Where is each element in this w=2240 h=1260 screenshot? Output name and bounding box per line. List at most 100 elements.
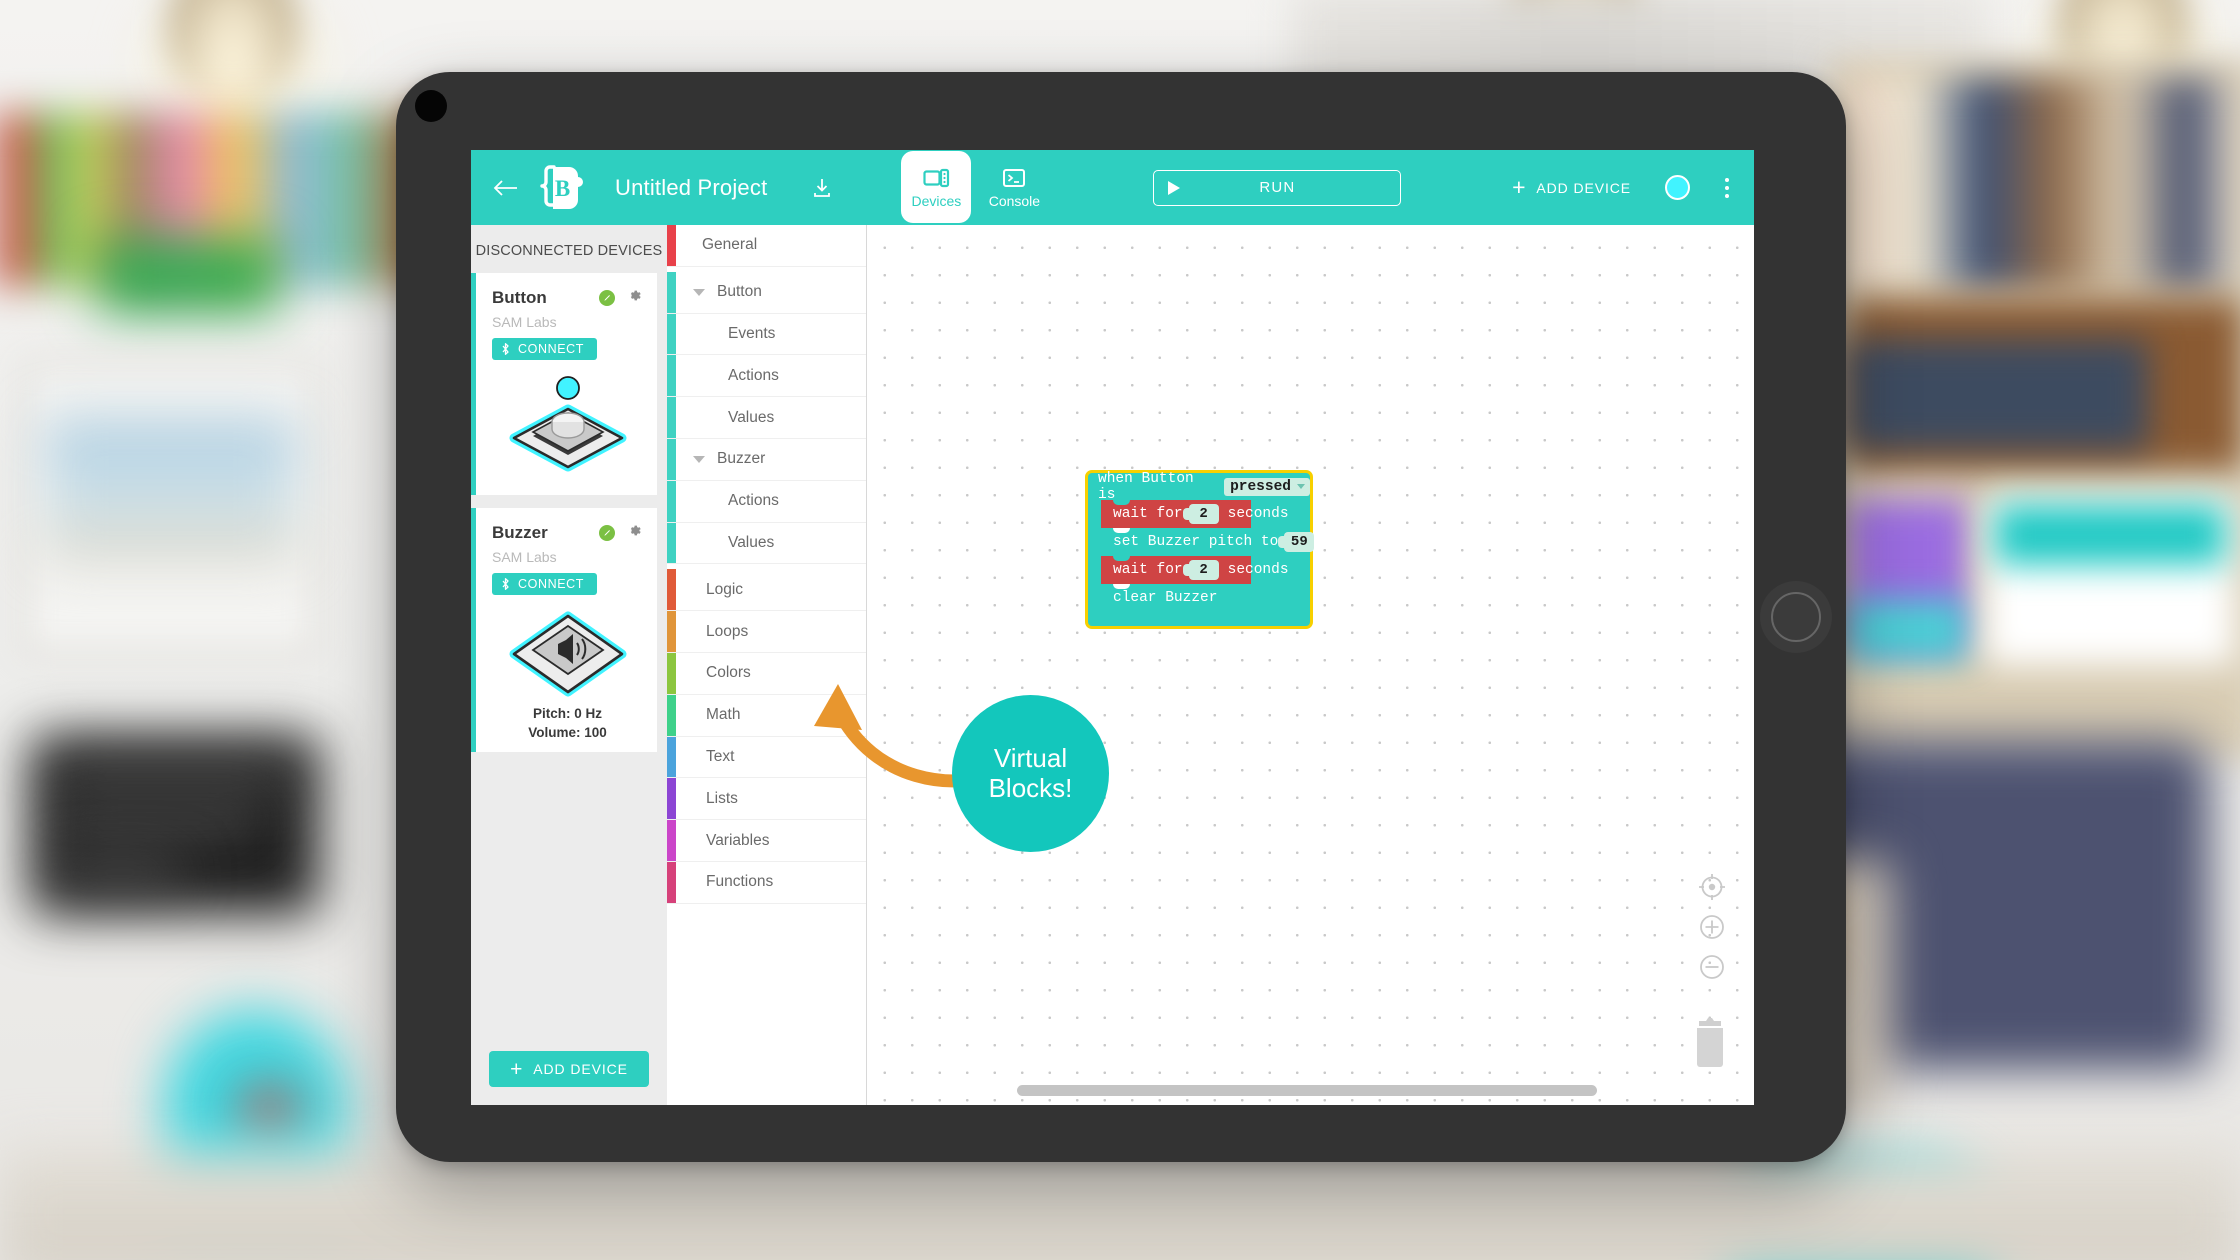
dark-panel-line-1 bbox=[60, 765, 290, 787]
edit-pencil-badge[interactable] bbox=[599, 525, 615, 541]
palette-item-label: Functions bbox=[706, 873, 774, 891]
palette-item-label: Text bbox=[706, 747, 735, 765]
category-color-bar bbox=[667, 271, 676, 313]
block-notch bbox=[1113, 528, 1130, 533]
device-card-icons bbox=[599, 522, 643, 544]
set-buzzer-pitch-block[interactable]: set Buzzer pitch to 59 bbox=[1101, 528, 1315, 556]
plus-icon: + bbox=[1512, 174, 1527, 200]
app-screen: B Untitled Project Devices Console RUN +… bbox=[471, 150, 1754, 1105]
tablet-home-button[interactable] bbox=[1760, 581, 1832, 653]
device-card-button[interactable]: Button SAM Labs CONNECT bbox=[471, 273, 657, 495]
tab-console[interactable]: Console bbox=[979, 151, 1049, 223]
run-button-label: RUN bbox=[1259, 179, 1296, 196]
wait-seconds-input[interactable]: 2 bbox=[1182, 560, 1219, 580]
palette-item-button-values[interactable]: Values bbox=[667, 397, 866, 439]
palette-item-variables[interactable]: Variables bbox=[667, 820, 866, 862]
event-dropdown-value: pressed bbox=[1230, 478, 1291, 495]
connect-label: CONNECT bbox=[518, 342, 585, 356]
connect-button[interactable]: CONNECT bbox=[492, 338, 598, 360]
palette-item-button[interactable]: Button bbox=[667, 271, 866, 314]
horizontal-scrollbar[interactable] bbox=[1017, 1085, 1597, 1096]
gear-icon[interactable] bbox=[626, 522, 643, 544]
back-arrow-icon[interactable] bbox=[483, 150, 529, 225]
pitch-value-input[interactable]: 59 bbox=[1278, 532, 1315, 552]
event-hat-row: when Button is pressed bbox=[1088, 471, 1310, 503]
palette-item-label: Math bbox=[706, 706, 741, 724]
device-card-icons bbox=[599, 287, 643, 309]
buzzer-volume-readout: Volume: 100 bbox=[528, 725, 607, 740]
category-color-bar bbox=[667, 438, 676, 480]
device-card-header: Button bbox=[492, 287, 643, 309]
view-tabs: Devices Console bbox=[901, 150, 1049, 225]
palette-item-button-actions[interactable]: Actions bbox=[667, 355, 866, 398]
add-device-top-label: ADD DEVICE bbox=[1536, 179, 1631, 196]
category-color-bar bbox=[667, 569, 676, 611]
connect-label: CONNECT bbox=[518, 577, 585, 591]
palette-item-buzzer-values[interactable]: Values bbox=[667, 522, 866, 565]
block-program[interactable]: when Button is pressed wait for 2 second… bbox=[1085, 470, 1315, 629]
run-button[interactable]: RUN bbox=[1153, 169, 1402, 206]
download-icon[interactable] bbox=[807, 173, 837, 203]
zoom-in-icon[interactable] bbox=[1694, 909, 1730, 945]
center-target-icon[interactable] bbox=[1694, 869, 1730, 905]
event-dropdown[interactable]: pressed bbox=[1224, 477, 1310, 496]
kebab-menu-icon[interactable] bbox=[1716, 174, 1738, 202]
trash-can-icon[interactable] bbox=[1688, 1015, 1732, 1071]
device-visual bbox=[492, 375, 643, 483]
device-card-buzzer[interactable]: Buzzer SAM Labs CONNECT Pitch: 0 Hz Volu… bbox=[471, 508, 657, 752]
tab-devices[interactable]: Devices bbox=[901, 151, 972, 223]
palette-item-buzzer[interactable]: Buzzer bbox=[667, 438, 866, 481]
category-color-bar bbox=[667, 820, 676, 861]
event-hat-block[interactable]: when Button is pressed wait for 2 second… bbox=[1085, 470, 1315, 629]
palette-item-functions[interactable]: Functions bbox=[667, 861, 866, 904]
device-card-header: Buzzer bbox=[492, 522, 643, 544]
device-name: Button bbox=[492, 288, 547, 307]
wait-block-1[interactable]: wait for 2 seconds bbox=[1101, 500, 1289, 528]
palette-item-general[interactable]: General bbox=[667, 225, 866, 267]
bluetooth-icon bbox=[502, 343, 509, 355]
device-card-list: Button SAM Labs CONNECT Buzzer SAM Labs … bbox=[471, 273, 667, 1105]
clear-buzzer-block[interactable]: clear Buzzer bbox=[1101, 584, 1217, 612]
block-notch bbox=[1113, 556, 1130, 561]
console-terminal-icon bbox=[1003, 168, 1026, 187]
palette-item-buzzer-actions[interactable]: Actions bbox=[667, 480, 866, 523]
wait-seconds-input[interactable]: 2 bbox=[1182, 504, 1219, 524]
edit-pencil-badge[interactable] bbox=[599, 290, 615, 306]
palette-item-button-events[interactable]: Events bbox=[667, 313, 866, 356]
bluetooth-status-led[interactable] bbox=[1665, 175, 1690, 200]
add-device-top-button[interactable]: + ADD DEVICE bbox=[1512, 176, 1631, 199]
callout-line-2: Blocks! bbox=[988, 772, 1073, 803]
block-notch bbox=[1113, 500, 1130, 505]
devices-icon bbox=[923, 168, 950, 187]
wait-block-2[interactable]: wait for 2 seconds bbox=[1101, 556, 1289, 584]
zoom-out-icon[interactable] bbox=[1694, 949, 1730, 985]
palette-item-label: Logic bbox=[706, 580, 744, 598]
connect-button[interactable]: CONNECT bbox=[492, 573, 598, 595]
category-color-bar bbox=[667, 225, 676, 266]
wait-block-suffix: seconds bbox=[1227, 506, 1289, 522]
project-title[interactable]: Untitled Project bbox=[615, 175, 767, 201]
gear-icon[interactable] bbox=[626, 287, 643, 309]
tablet-camera bbox=[415, 90, 447, 122]
teal-mascot-mouth bbox=[240, 1090, 300, 1126]
category-color-bar bbox=[667, 861, 676, 903]
tablet-device-frame: B Untitled Project Devices Console RUN +… bbox=[396, 72, 1846, 1162]
sam-labs-b-logo[interactable]: B bbox=[531, 161, 591, 215]
clear-buzzer-label: clear Buzzer bbox=[1113, 590, 1218, 606]
virtual-blocks-callout: Virtual Blocks! bbox=[952, 695, 1109, 852]
bookshelf-teal-box bbox=[1848, 600, 1968, 660]
chevron-down-icon bbox=[1297, 484, 1305, 489]
add-device-button[interactable]: + ADD DEVICE bbox=[489, 1051, 649, 1087]
palette-item-loops[interactable]: Loops bbox=[667, 611, 866, 653]
bookshelf-dark-box bbox=[1848, 340, 2148, 450]
palette-item-label: Variables bbox=[706, 831, 770, 849]
palette-item-label: Values bbox=[728, 533, 775, 551]
buzzer-pitch-readout: Pitch: 0 Hz bbox=[532, 706, 602, 721]
dark-panel-line-3 bbox=[60, 862, 180, 884]
sam-button-block bbox=[509, 376, 626, 472]
floor bbox=[0, 1150, 2240, 1260]
palette-item-label: Button bbox=[717, 283, 762, 301]
palette-item-logic[interactable]: Logic bbox=[667, 569, 866, 612]
svg-text:B: B bbox=[555, 176, 570, 201]
category-color-bar bbox=[667, 611, 676, 652]
